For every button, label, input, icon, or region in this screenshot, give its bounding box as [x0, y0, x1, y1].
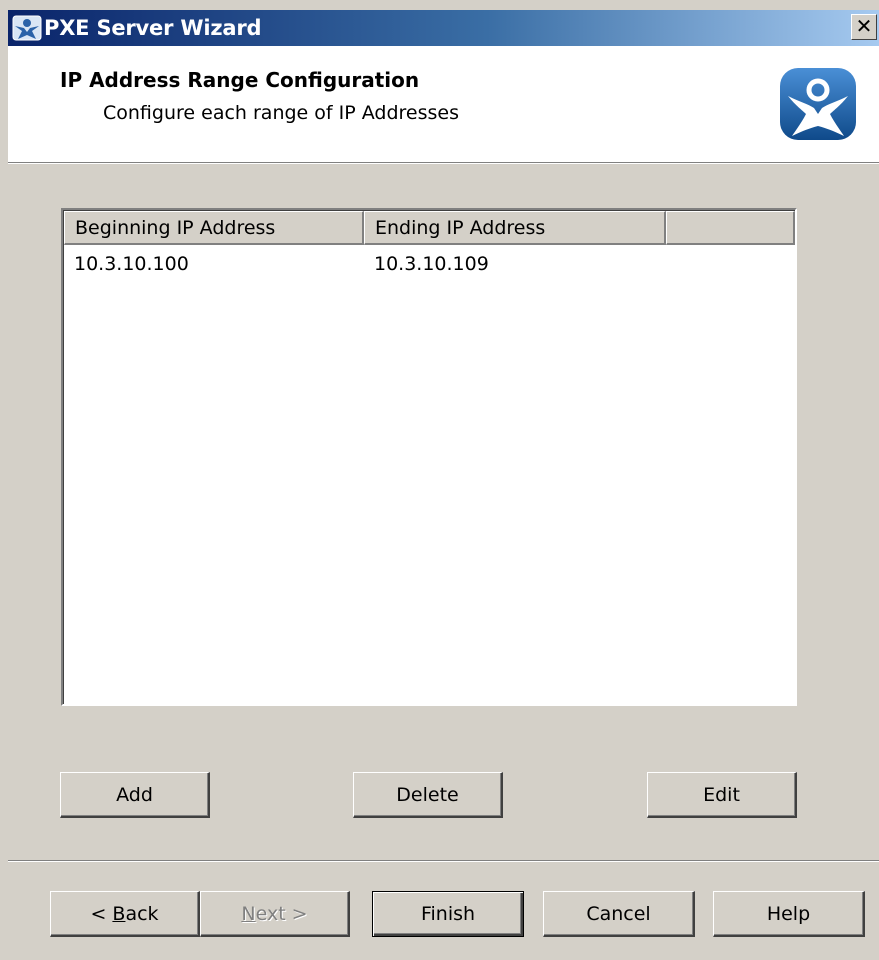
- cancel-button-label: Cancel: [586, 902, 651, 925]
- thinmanager-logo-icon: [780, 68, 856, 140]
- add-button-label: Add: [116, 783, 153, 806]
- ip-range-list[interactable]: Beginning IP Address Ending IP Address 1…: [61, 208, 797, 706]
- delete-button-label: Delete: [396, 783, 459, 806]
- pxe-server-wizard-window: PXE Server Wizard ✕ IP Address Range Con…: [0, 0, 879, 960]
- title-bar[interactable]: PXE Server Wizard ✕: [8, 10, 879, 46]
- finish-button-label: Finish: [420, 903, 476, 925]
- back-button[interactable]: < Back: [50, 891, 200, 937]
- table-row[interactable]: 10.3.10.100 10.3.10.109: [64, 247, 795, 281]
- page-subtitle: Configure each range of IP Addresses: [103, 102, 459, 124]
- delete-button[interactable]: Delete: [353, 772, 503, 818]
- footer-separator: [8, 860, 879, 862]
- back-button-label: < Back: [90, 903, 158, 925]
- next-mnemonic: N: [241, 902, 256, 925]
- close-icon: ✕: [855, 16, 873, 38]
- help-button-label: Help: [766, 902, 811, 925]
- list-rows: 10.3.10.100 10.3.10.109: [64, 247, 795, 281]
- back-rest: ack: [125, 902, 159, 925]
- edit-button-label: Edit: [703, 783, 740, 806]
- back-mnemonic: B: [112, 902, 126, 925]
- app-icon: [12, 15, 42, 41]
- window-title: PXE Server Wizard: [44, 16, 262, 40]
- list-header: Beginning IP Address Ending IP Address: [64, 211, 795, 245]
- cancel-button[interactable]: Cancel: [543, 891, 695, 937]
- back-prefix: <: [90, 902, 113, 925]
- cell-beginning-ip: 10.3.10.100: [74, 253, 189, 275]
- close-button[interactable]: ✕: [851, 14, 877, 40]
- help-button[interactable]: Help: [713, 891, 865, 937]
- next-button[interactable]: Next >: [200, 891, 350, 937]
- edit-button[interactable]: Edit: [647, 772, 797, 818]
- page-title: IP Address Range Configuration: [60, 68, 420, 92]
- column-header-ending-ip[interactable]: Ending IP Address: [364, 211, 666, 245]
- finish-button[interactable]: Finish: [372, 891, 524, 937]
- column-header-empty[interactable]: [666, 211, 795, 245]
- ip-range-list-frame: Beginning IP Address Ending IP Address 1…: [63, 210, 795, 704]
- next-rest: ext >: [255, 902, 308, 925]
- next-button-label: Next >: [241, 903, 307, 925]
- column-header-beginning-ip[interactable]: Beginning IP Address: [64, 211, 364, 245]
- add-button[interactable]: Add: [60, 772, 210, 818]
- cell-ending-ip: 10.3.10.109: [374, 253, 489, 275]
- wizard-header: IP Address Range Configuration Configure…: [8, 46, 879, 164]
